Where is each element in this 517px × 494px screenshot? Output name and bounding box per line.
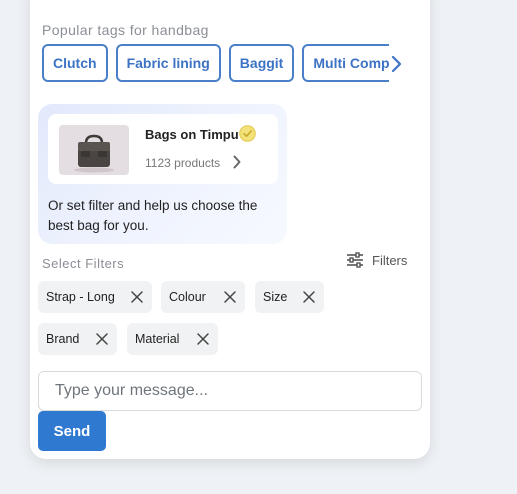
close-icon[interactable] [223,290,237,304]
message-input[interactable] [38,371,422,411]
close-icon[interactable] [95,332,109,346]
handbag-image [59,125,129,175]
filter-chip-label: Material [135,332,180,346]
popular-tags-title: Popular tags for handbag [42,22,209,38]
chevron-right-icon[interactable] [390,54,402,74]
close-icon[interactable] [302,290,316,304]
filter-chip-label: Colour [169,290,206,304]
product-count: 1123 products [145,156,221,170]
tag-multi-compartment[interactable]: Multi Compartment [302,44,389,82]
select-filters-label: Select Filters [42,256,125,271]
filters-button[interactable]: Filters [346,250,407,270]
tag-list: Clutch Fabric lining Baggit Multi Compar… [42,44,389,84]
filter-chip-label: Size [263,290,288,304]
filter-chip-label: Strap - Long [46,290,115,304]
verified-badge-icon [239,125,256,142]
close-icon[interactable] [130,290,144,304]
filter-chip-strap-long[interactable]: Strap - Long [38,281,152,313]
store-thumbnail [59,125,129,175]
close-icon[interactable] [196,332,210,346]
tag-baggit[interactable]: Baggit [228,44,295,82]
filter-chip-size[interactable]: Size [255,281,324,313]
tag-clutch[interactable]: Clutch [42,44,108,82]
send-button[interactable]: Send [38,411,106,451]
chevron-right-icon[interactable] [232,154,242,170]
filter-chip-colour[interactable]: Colour [161,281,245,313]
filter-chip-brand[interactable]: Brand [38,323,117,355]
filters-button-label: Filters [372,252,408,268]
sliders-icon [347,252,363,268]
filter-chip-label: Brand [46,332,80,346]
bot-message-text: Or set filter and help us choose the bes… [48,198,258,233]
tag-fabric-lining[interactable]: Fabric lining [115,44,221,82]
store-name: Bags on Timpu [145,127,239,142]
store-card[interactable]: Bags on Timpu 1123 products [48,114,278,184]
filter-chip-material[interactable]: Material [127,323,218,355]
